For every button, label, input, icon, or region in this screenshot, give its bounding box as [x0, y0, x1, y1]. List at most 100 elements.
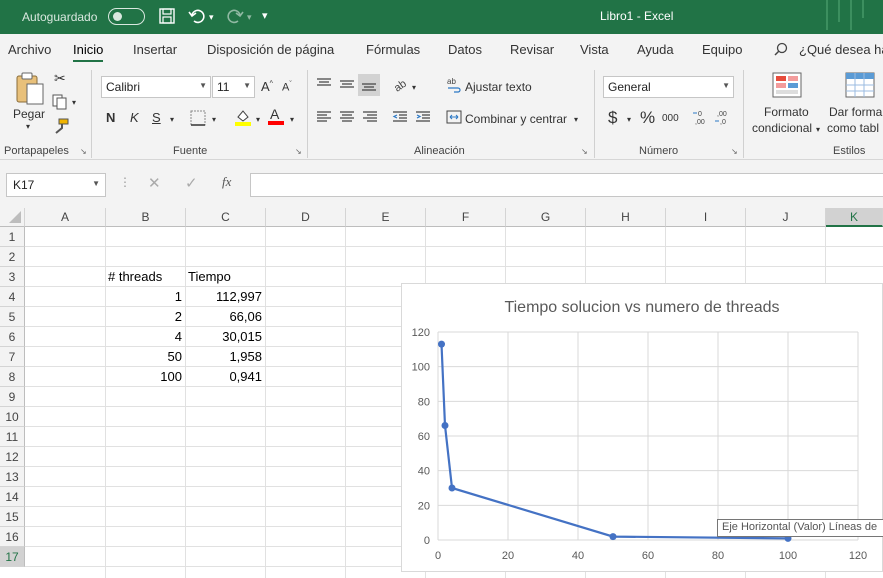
cell-b4[interactable]: 1	[105, 287, 185, 307]
orientation-icon[interactable]: ab	[392, 76, 410, 95]
cell-c3[interactable]: Tiempo	[185, 267, 265, 287]
align-bottom-icon[interactable]	[358, 74, 380, 96]
tab-disposicion[interactable]: Disposición de página	[207, 42, 334, 57]
column-header-g[interactable]: G	[506, 208, 586, 227]
tell-me-input[interactable]: ¿Qué desea ha	[799, 42, 883, 57]
borders-dropdown-icon[interactable]: ▾	[212, 115, 216, 124]
merge-dropdown-icon[interactable]: ▾	[574, 115, 578, 124]
cell-c8[interactable]: 0,941	[185, 367, 265, 387]
align-right-icon[interactable]	[362, 110, 378, 127]
font-size-select[interactable]: 11 ▼	[212, 76, 255, 98]
row-header[interactable]: 3	[0, 267, 25, 287]
fill-dropdown-icon[interactable]: ▾	[256, 115, 260, 124]
cell-b3[interactable]: # threads	[105, 267, 185, 287]
redo-dropdown-icon[interactable]: ▾	[247, 12, 252, 23]
tab-ayuda[interactable]: Ayuda	[637, 42, 674, 57]
cell-c7[interactable]: 1,958	[185, 347, 265, 367]
data-point[interactable]	[609, 533, 617, 541]
row-header[interactable]: 14	[0, 487, 25, 507]
thousands-button[interactable]: 000	[662, 113, 679, 124]
cell-c5[interactable]: 66,06	[185, 307, 265, 327]
increase-font-icon[interactable]: A^	[261, 79, 273, 94]
tab-vista[interactable]: Vista	[580, 42, 609, 57]
clipboard-launcher-icon[interactable]: ↘	[80, 147, 87, 156]
column-header-a[interactable]: A	[25, 208, 106, 227]
tab-inicio[interactable]: Inicio	[73, 42, 104, 62]
tab-revisar[interactable]: Revisar	[510, 42, 554, 57]
tab-datos[interactable]: Datos	[448, 42, 482, 57]
cell-b5[interactable]: 2	[105, 307, 185, 327]
column-header-c[interactable]: C	[186, 208, 266, 227]
bold-button[interactable]: N	[106, 110, 115, 125]
align-left-icon[interactable]	[316, 110, 332, 127]
paste-dropdown-icon[interactable]: ▾	[26, 122, 30, 131]
column-header-b[interactable]: B	[106, 208, 186, 227]
column-header-d[interactable]: D	[266, 208, 346, 227]
column-header-i[interactable]: I	[666, 208, 746, 227]
format-as-table-icon[interactable]	[845, 72, 875, 101]
cell-b6[interactable]: 4	[105, 327, 185, 347]
chart-series[interactable]	[438, 340, 792, 542]
row-header[interactable]: 4	[0, 287, 25, 307]
wrap-text-icon[interactable]: ab	[447, 77, 463, 96]
paste-label[interactable]: Pegar	[13, 107, 45, 121]
alignment-launcher-icon[interactable]: ↘	[581, 147, 588, 156]
font-color-dropdown-icon[interactable]: ▾	[290, 115, 294, 124]
row-header[interactable]: 5	[0, 307, 25, 327]
increase-decimal-icon[interactable]: 0,00	[692, 108, 710, 129]
undo-icon[interactable]	[188, 7, 206, 29]
currency-button[interactable]: $	[608, 108, 617, 128]
font-name-select[interactable]: Calibri ▼	[101, 76, 211, 98]
insert-function-icon[interactable]: fx	[222, 174, 231, 190]
data-point[interactable]	[438, 340, 445, 348]
row-header[interactable]: 12	[0, 447, 25, 467]
customize-quick-access-icon[interactable]: ▾	[262, 9, 268, 22]
conditional-dropdown-icon[interactable]: ▾	[816, 125, 820, 134]
cut-icon[interactable]: ✂	[54, 70, 66, 87]
row-header[interactable]: 10	[0, 407, 25, 427]
tab-archivo[interactable]: Archivo	[8, 42, 51, 57]
copy-icon[interactable]	[52, 94, 68, 113]
row-header[interactable]: 8	[0, 367, 25, 387]
cell-c4[interactable]: 112,997	[185, 287, 265, 307]
align-top-icon[interactable]	[316, 77, 332, 94]
cell-c6[interactable]: 30,015	[185, 327, 265, 347]
enter-check-icon[interactable]: ✓	[185, 174, 198, 192]
autosave-toggle[interactable]	[108, 8, 145, 25]
copy-dropdown-icon[interactable]: ▾	[72, 98, 76, 107]
conditional-format-icon[interactable]	[772, 72, 802, 101]
row-header[interactable]: 2	[0, 247, 25, 267]
number-format-select[interactable]: General ▼	[603, 76, 734, 98]
cell-b8[interactable]: 100	[105, 367, 185, 387]
decrease-indent-icon[interactable]	[392, 110, 408, 127]
underline-button[interactable]: S	[152, 110, 161, 125]
row-header[interactable]: 7	[0, 347, 25, 367]
paste-icon[interactable]	[14, 71, 46, 110]
decrease-decimal-icon[interactable]: ,00,0	[714, 108, 732, 129]
name-box[interactable]: K17 ▼	[6, 173, 106, 197]
currency-dropdown-icon[interactable]: ▾	[627, 115, 631, 124]
row-header[interactable]: 13	[0, 467, 25, 487]
formula-input[interactable]	[250, 173, 883, 197]
column-header-e[interactable]: E	[346, 208, 426, 227]
row-header[interactable]: 15	[0, 507, 25, 527]
column-header-k[interactable]: K	[826, 208, 883, 227]
orientation-dropdown-icon[interactable]: ▾	[412, 83, 416, 92]
font-color-icon[interactable]: A	[267, 106, 285, 129]
save-icon[interactable]	[158, 7, 176, 29]
row-header[interactable]: 9	[0, 387, 25, 407]
data-point[interactable]	[448, 484, 456, 492]
row-header[interactable]: 6	[0, 327, 25, 347]
increase-indent-icon[interactable]	[415, 110, 431, 127]
row-header[interactable]: 17	[0, 547, 25, 567]
italic-button[interactable]: K	[130, 110, 139, 125]
select-all-corner[interactable]	[0, 208, 25, 227]
format-table-label-1[interactable]: Dar forma	[829, 105, 882, 119]
percent-button[interactable]: %	[640, 108, 655, 128]
merge-center-button[interactable]: Combinar y centrar	[465, 112, 567, 126]
conditional-format-label-2[interactable]: condicional	[752, 121, 812, 135]
number-launcher-icon[interactable]: ↘	[731, 147, 738, 156]
series-line[interactable]	[440, 344, 789, 540]
borders-icon[interactable]	[190, 110, 206, 129]
redo-icon[interactable]	[226, 7, 244, 29]
